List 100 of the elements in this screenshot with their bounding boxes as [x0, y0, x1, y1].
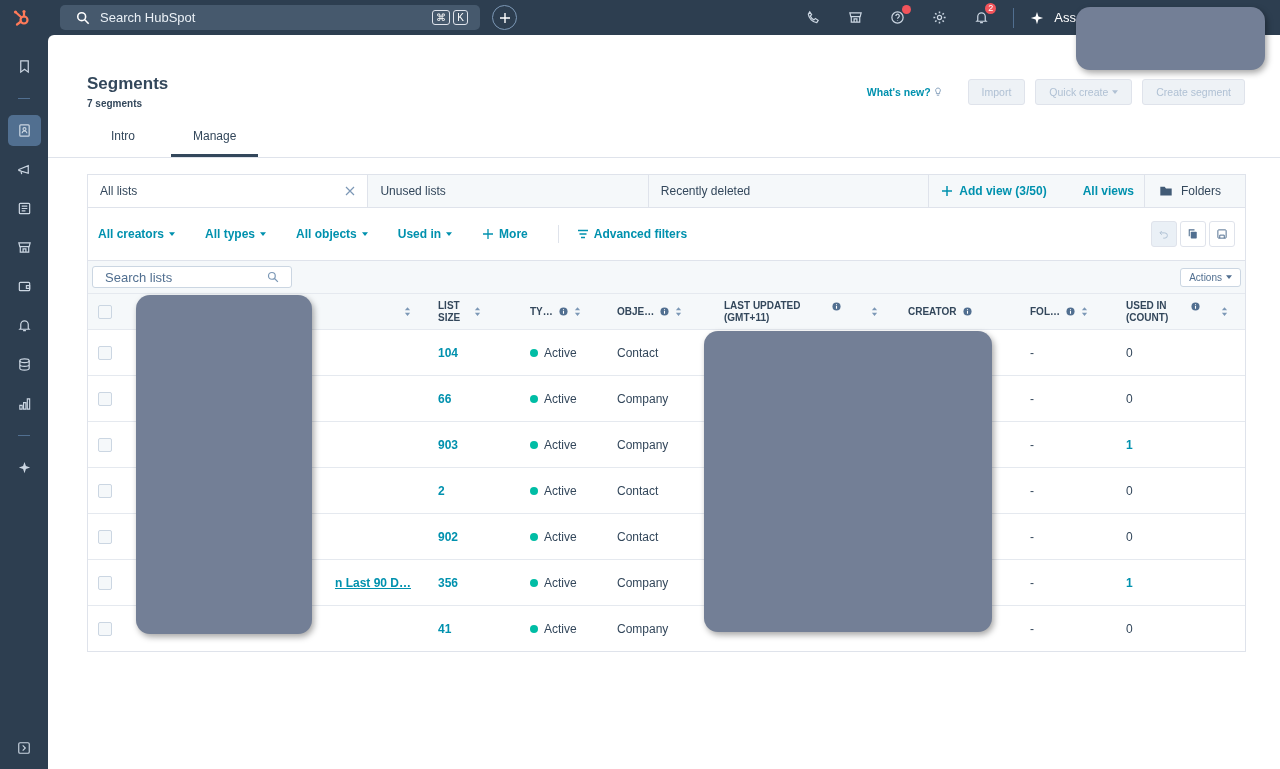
search-field[interactable]: Search HubSpot ⌘ K: [60, 5, 480, 30]
sparkle-icon[interactable]: [16, 460, 32, 475]
settings-icon[interactable]: [931, 10, 947, 25]
store-icon[interactable]: [16, 240, 32, 255]
shortcut-key: K: [453, 10, 468, 25]
sort-icon[interactable]: [675, 306, 683, 317]
folder-cell: -: [1030, 575, 1034, 590]
filter-button[interactable]: All objects: [296, 227, 382, 241]
document-icon[interactable]: [16, 201, 32, 216]
checkbox[interactable]: [98, 529, 112, 544]
list-size-link[interactable]: 41: [438, 621, 452, 636]
sort-icon[interactable]: [1081, 306, 1088, 317]
caret-icon: [1112, 89, 1119, 94]
object-cell: Company: [617, 575, 669, 590]
sort-icon[interactable]: [1221, 306, 1228, 317]
status-dot: [530, 578, 538, 587]
column-header[interactable]: LIST SIZE: [438, 299, 461, 324]
list-size-link[interactable]: 356: [438, 575, 459, 590]
column-header[interactable]: FOL…: [1030, 305, 1060, 318]
used-in-cell: 0: [1126, 529, 1133, 544]
filter-button[interactable]: Advanced filters: [576, 227, 702, 241]
column-header[interactable]: TY…: [530, 305, 553, 318]
caret-icon: [446, 232, 453, 236]
sidebar-item[interactable]: [7, 115, 41, 146]
list-size-link[interactable]: 902: [438, 529, 459, 544]
assistant-label[interactable]: Ass: [1054, 10, 1076, 25]
wallet-icon[interactable]: [16, 279, 32, 294]
column-header[interactable]: USED IN (COUNT): [1126, 299, 1169, 324]
view-tab-label: Recently deleted: [660, 184, 751, 198]
store-icon[interactable]: [847, 10, 863, 25]
used-in-cell: 0: [1126, 345, 1133, 360]
checkbox[interactable]: [98, 621, 112, 636]
close-icon[interactable]: [345, 186, 356, 196]
status-dot: [530, 532, 538, 541]
list-size-link[interactable]: 104: [438, 345, 459, 360]
megaphone-icon[interactable]: [16, 162, 32, 177]
checkbox[interactable]: [98, 391, 112, 406]
used-in-link[interactable]: 1: [1126, 437, 1133, 452]
folder-cell: -: [1030, 437, 1034, 452]
plus-icon: [941, 185, 954, 197]
checkbox[interactable]: [98, 345, 112, 360]
checkbox[interactable]: [98, 304, 112, 319]
status-dot: [530, 624, 538, 633]
filter-button[interactable]: Used in: [397, 227, 467, 241]
bar-chart-icon[interactable]: [16, 396, 32, 411]
database-icon[interactable]: [16, 357, 32, 372]
sort-icon[interactable]: [404, 306, 411, 317]
checkbox[interactable]: [98, 575, 112, 590]
view-tab[interactable]: All lists: [88, 175, 369, 207]
filter-button[interactable]: All creators: [98, 227, 190, 241]
status-text: Active: [544, 621, 577, 636]
view-tab-label: Unused lists: [380, 184, 446, 198]
shortcut-key: ⌘: [432, 10, 451, 25]
column-header[interactable]: OBJE…: [617, 305, 655, 318]
column-header[interactable]: LAST UPDATED (GMT+11): [724, 299, 801, 324]
actions-button[interactable]: Actions: [1180, 267, 1241, 287]
used-in-link[interactable]: 1: [1126, 575, 1133, 590]
list-name-link[interactable]: n Last 90 D…: [334, 575, 411, 590]
folder-cell: -: [1030, 391, 1034, 406]
bell-icon[interactable]: [16, 318, 32, 333]
sort-icon[interactable]: [474, 306, 482, 317]
checkbox[interactable]: [98, 437, 112, 452]
help-icon[interactable]: [889, 10, 905, 25]
used-in-cell: 0: [1126, 621, 1133, 636]
object-cell: Contact: [617, 483, 659, 498]
all-views-link[interactable]: All views: [1072, 175, 1144, 207]
plus-icon: [498, 11, 511, 24]
contacts-icon[interactable]: [16, 123, 32, 138]
list-size-link[interactable]: 66: [438, 391, 452, 406]
page-tab[interactable]: Manage: [171, 129, 259, 157]
plus-icon: [482, 228, 495, 240]
search-input[interactable]: Search HubSpot: [100, 10, 423, 25]
toolbar-button[interactable]: [1180, 221, 1206, 247]
bell-icon[interactable]: [973, 10, 989, 25]
filter-icon: [576, 228, 589, 240]
filter-button[interactable]: More: [482, 227, 542, 241]
caret-icon: [260, 232, 267, 236]
save-icon: [1216, 228, 1228, 240]
folder-cell: -: [1030, 529, 1034, 544]
folder-icon: [1159, 184, 1173, 198]
list-size-link[interactable]: 903: [438, 437, 459, 452]
status-dot: [530, 486, 538, 495]
checkbox[interactable]: [98, 483, 112, 498]
sort-icon[interactable]: [573, 306, 581, 317]
object-cell: Contact: [617, 345, 659, 360]
object-cell: Company: [617, 437, 669, 452]
phone-icon[interactable]: [805, 10, 821, 25]
search-icon: [267, 271, 279, 283]
page-tab[interactable]: Intro: [87, 129, 159, 157]
used-in-cell: 0: [1126, 391, 1133, 406]
add-view-button[interactable]: Add view (3/50): [929, 175, 1057, 207]
sort-icon[interactable]: [871, 306, 878, 317]
folder-cell: -: [1030, 345, 1034, 360]
column-header[interactable]: CREATOR: [908, 305, 957, 318]
filter-button[interactable]: All types: [205, 227, 281, 241]
list-size-link[interactable]: 2: [438, 483, 445, 498]
search-icon: [76, 10, 90, 25]
search-lists-field[interactable]: Search lists: [92, 266, 292, 288]
whats-new-link[interactable]: What's new?: [866, 85, 942, 98]
expand-sidebar-icon[interactable]: [17, 741, 31, 755]
